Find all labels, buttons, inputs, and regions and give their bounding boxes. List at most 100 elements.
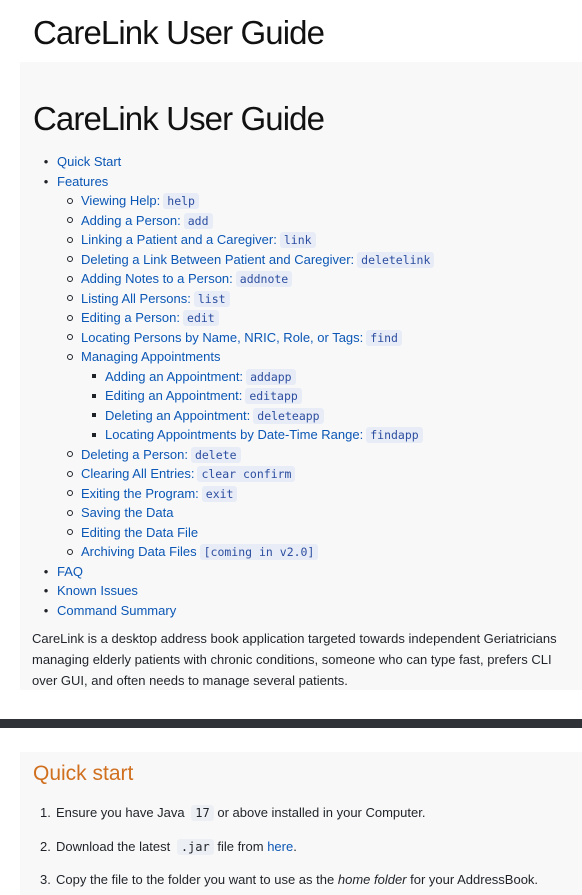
command-code: deleteapp <box>253 407 324 424</box>
toc-item: Clearing All Entries: clear confirm <box>81 464 296 484</box>
bullet-icon <box>65 503 75 523</box>
toc-item: Exiting the Program: exit <box>81 484 238 504</box>
toc-item: Command Summary <box>57 601 176 621</box>
toc-item: Saving the Data <box>81 503 174 523</box>
command-code: add <box>183 212 213 229</box>
toc-item: Editing a Person: edit <box>81 308 219 328</box>
bullet-icon <box>89 425 99 445</box>
toc-item: Deleting an Appointment: deleteapp <box>105 406 324 426</box>
command-code: help <box>163 193 199 209</box>
bullet-icon <box>65 250 75 270</box>
bullet-icon <box>65 484 75 504</box>
step-text: . <box>293 839 297 854</box>
bullet-icon <box>41 172 51 192</box>
step-text: Copy the file to the folder you want to … <box>56 872 335 887</box>
command-code: find <box>366 329 402 346</box>
toc-link[interactable]: Known Issues <box>57 583 138 598</box>
quick-start-heading: Quick start <box>33 762 134 785</box>
inline-code: 17 <box>191 805 214 821</box>
section-divider <box>0 719 582 728</box>
toc-item: FAQ <box>57 562 83 582</box>
toc-link[interactable]: Adding a Person: <box>81 213 181 228</box>
toc-item: Quick Start <box>57 152 121 172</box>
bullet-icon <box>65 191 75 211</box>
step-number: 2. <box>40 839 51 854</box>
toc-link[interactable]: Viewing Help: <box>81 193 160 208</box>
toc-item: Linking a Patient and a Caregiver: link <box>81 230 316 250</box>
toc-link[interactable]: Locating Appointments by Date-Time Range… <box>105 427 363 442</box>
toc-link[interactable]: Command Summary <box>57 603 176 618</box>
bullet-icon <box>41 581 51 601</box>
command-code: findapp <box>366 427 423 443</box>
download-link[interactable]: here <box>267 839 293 854</box>
toc-item: Locating Persons by Name, NRIC, Role, or… <box>81 328 402 348</box>
toc-link[interactable]: Saving the Data <box>81 505 174 520</box>
toc-link[interactable]: Listing All Persons: <box>81 291 191 306</box>
bullet-icon <box>65 523 75 543</box>
toc-link[interactable]: Deleting a Link Between Patient and Care… <box>81 252 354 267</box>
toc-link[interactable]: Editing an Appointment: <box>105 388 242 403</box>
toc-item: Managing Appointments <box>81 347 220 367</box>
step-item: 3. Copy the file to the folder you want t… <box>40 870 538 890</box>
command-code: clear confirm <box>197 466 296 482</box>
bullet-icon <box>65 308 75 328</box>
toc-item: Adding a Person: add <box>81 211 213 231</box>
toc-link[interactable]: Deleting a Person: <box>81 447 188 462</box>
step-item: 2. Download the latest .jar file from her… <box>40 837 297 857</box>
toc-item: Viewing Help: help <box>81 191 199 211</box>
guide-panel: CareLink User Guide Quick Start Features V… <box>20 62 582 690</box>
command-code: list <box>193 290 230 307</box>
bullet-icon <box>89 386 99 406</box>
bullet-icon <box>41 152 51 172</box>
toc-link[interactable]: Editing the Data File <box>81 525 198 540</box>
toc-link[interactable]: Exiting the Program: <box>81 486 199 501</box>
toc-link[interactable]: Adding Notes to a Person: <box>81 271 233 286</box>
toc-link[interactable]: Archiving Data Files <box>81 544 197 559</box>
bullet-icon <box>89 367 99 387</box>
bullet-icon <box>65 289 75 309</box>
toc-link[interactable]: Editing a Person: <box>81 310 180 325</box>
toc-item: Adding Notes to a Person: addnote <box>81 269 293 289</box>
bullet-icon <box>65 328 75 348</box>
command-code: exit <box>201 485 238 502</box>
toc-link[interactable]: FAQ <box>57 564 83 579</box>
bullet-icon <box>65 445 75 465</box>
command-code: editapp <box>245 388 302 404</box>
intro-paragraph: CareLink is a desktop address book appli… <box>32 631 557 688</box>
toc-item: Locating Appointments by Date-Time Range… <box>105 425 423 445</box>
bullet-icon <box>41 601 51 621</box>
command-code: [coming in v2.0] <box>199 544 319 560</box>
step-text: Ensure you have Java <box>56 805 185 820</box>
command-code: link <box>279 232 316 248</box>
toc-item: Editing an Appointment: editapp <box>105 386 302 406</box>
toc-link[interactable]: Deleting an Appointment: <box>105 408 250 423</box>
toc-item: Listing All Persons: list <box>81 289 230 309</box>
bullet-icon <box>89 406 99 426</box>
command-code: addapp <box>246 368 296 385</box>
bullet-icon <box>65 347 75 367</box>
step-text: file from <box>217 839 264 854</box>
bullet-icon <box>65 542 75 562</box>
toc-link[interactable]: Adding an Appointment: <box>105 369 243 384</box>
quick-start-panel: Quick start 1. Ensure you have Java 17 or… <box>20 752 582 895</box>
toc-link[interactable]: Clearing All Entries: <box>81 466 194 481</box>
step-text: Download the latest <box>56 839 171 854</box>
page-title: CareLink User Guide <box>33 14 325 51</box>
command-code: delete <box>190 446 241 463</box>
bullet-icon <box>65 464 75 484</box>
toc-link[interactable]: Features <box>57 174 108 189</box>
toc-link[interactable]: Quick Start <box>57 154 121 169</box>
toc-item: Deleting a Link Between Patient and Care… <box>81 250 435 270</box>
toc-item: Archiving Data Files [coming in v2.0] <box>81 542 319 562</box>
step-text: for your AddressBook. <box>410 872 539 887</box>
bullet-icon <box>65 211 75 231</box>
toc-link[interactable]: Linking a Patient and a Caregiver: <box>81 232 277 247</box>
toc-link[interactable]: Managing Appointments <box>81 349 220 364</box>
toc-link[interactable]: Locating Persons by Name, NRIC, Role, or… <box>81 330 363 345</box>
bullet-icon <box>65 230 75 250</box>
command-code: addnote <box>235 271 293 287</box>
toc-item: Known Issues <box>57 581 138 601</box>
step-text: or above installed in your Computer. <box>217 805 426 820</box>
toc-item: Editing the Data File <box>81 523 198 543</box>
command-code: edit <box>183 310 219 326</box>
